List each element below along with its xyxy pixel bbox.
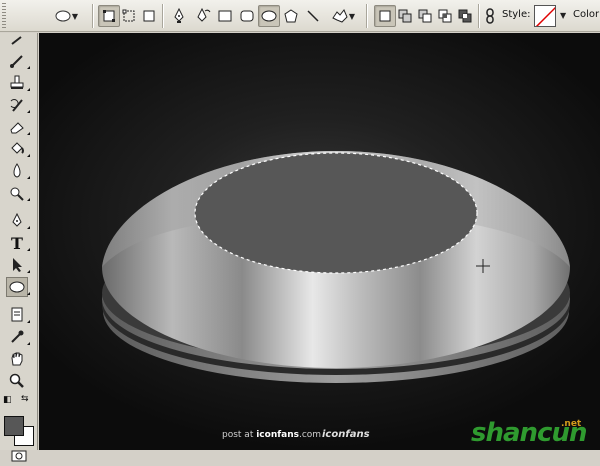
divider: [162, 4, 164, 28]
eyedropper-icon: [11, 330, 24, 343]
paths-button[interactable]: [118, 5, 140, 27]
options-bar: ▼ ▼ Style: ▼ Color: [0, 0, 600, 32]
clone-stamp-tool[interactable]: [6, 73, 30, 93]
divider: [366, 4, 368, 28]
path-selection-tool[interactable]: [6, 255, 30, 275]
pen-icon: [12, 213, 22, 227]
fill-pixels-button[interactable]: [138, 5, 160, 27]
eraser-tool[interactable]: [6, 117, 30, 137]
ellipse-tool[interactable]: [6, 277, 30, 297]
swap-colors-icon[interactable]: ⇆: [21, 394, 29, 404]
freeform-pen-icon: [197, 8, 211, 22]
pen-icon: [174, 8, 184, 23]
brush-tool[interactable]: [6, 51, 30, 71]
no-style-icon: [535, 6, 555, 26]
exclude-shape-icon: [458, 9, 472, 23]
eyedropper-tool-top[interactable]: [6, 31, 28, 51]
note-icon: [11, 307, 23, 322]
ellipse-icon: [261, 10, 277, 22]
exclude-shape-button[interactable]: [454, 5, 476, 27]
shape-layers-button[interactable]: [98, 5, 120, 27]
polygon-tool-button[interactable]: [280, 5, 302, 27]
notes-tool[interactable]: [6, 305, 30, 325]
ellipse-tool-button[interactable]: [258, 5, 280, 27]
ellipse-preset-icon: [55, 10, 71, 22]
rounded-rectangle-icon: [240, 10, 254, 22]
dodge-icon: [10, 187, 24, 201]
tools-panel: T ◧ ⇆: [0, 31, 38, 462]
foreground-color-swatch[interactable]: [4, 416, 24, 436]
selection-ellipse: [195, 153, 477, 273]
add-shape-icon: [398, 9, 412, 23]
freeform-pen-button[interactable]: [192, 5, 214, 27]
intersect-shape-button[interactable]: [434, 5, 456, 27]
watermark-logo: iconfans: [322, 429, 370, 440]
divider: [478, 4, 480, 28]
rounded-rectangle-button[interactable]: [236, 5, 258, 27]
line-icon: [307, 10, 319, 22]
new-shape-icon: [379, 10, 391, 22]
custom-shape-icon: [332, 9, 348, 23]
watermark-post-text: post at iconfans.com: [222, 430, 322, 440]
default-colors-icon[interactable]: ◧: [3, 395, 12, 405]
custom-shape-picker[interactable]: ▼: [326, 5, 360, 27]
pen-tool-button[interactable]: [168, 5, 190, 27]
magnifier-icon: [9, 373, 24, 388]
type-icon: T: [11, 235, 23, 251]
pen-tool[interactable]: [6, 211, 30, 231]
quick-mask-button[interactable]: [8, 446, 30, 466]
fill-pixels-icon: [143, 10, 155, 22]
blur-tool[interactable]: [6, 161, 30, 181]
rectangle-icon: [218, 10, 232, 22]
brush-icon: [10, 55, 23, 68]
hand-tool[interactable]: [6, 349, 28, 369]
chevron-down-icon: ▼: [348, 11, 356, 21]
add-to-shape-button[interactable]: [394, 5, 416, 27]
eyedropper-icon: [11, 36, 22, 45]
chevron-down-icon: ▼: [71, 11, 79, 21]
dish-artwork: [102, 151, 570, 383]
options-bar-grip[interactable]: [2, 3, 6, 29]
site-watermark-suffix: .net: [561, 419, 582, 429]
arrow-cursor-icon: [13, 258, 22, 272]
polygon-icon: [284, 9, 298, 23]
rectangle-tool-button[interactable]: [214, 5, 236, 27]
subtract-shape-button[interactable]: [414, 5, 436, 27]
tool-preset-picker[interactable]: ▼: [46, 5, 86, 27]
new-shape-layer-button[interactable]: [374, 5, 396, 27]
line-tool-button[interactable]: [302, 5, 324, 27]
eyedropper-tool[interactable]: [6, 327, 30, 347]
quick-mask-icon: [11, 450, 27, 462]
style-picker[interactable]: [534, 5, 556, 27]
document-canvas[interactable]: post at iconfans.com iconfans shancun .n…: [39, 33, 600, 450]
history-brush-tool[interactable]: [6, 95, 30, 115]
type-tool[interactable]: T: [6, 233, 30, 253]
zoom-tool[interactable]: [6, 371, 28, 391]
svg-text:T: T: [11, 235, 23, 251]
chain-link-icon: [486, 8, 494, 24]
dodge-tool[interactable]: [6, 183, 30, 203]
link-layer-style-button[interactable]: [482, 5, 498, 27]
intersect-shape-icon: [438, 9, 452, 23]
paths-icon: [122, 9, 135, 22]
chevron-down-icon[interactable]: ▼: [560, 11, 566, 20]
paint-bucket-tool[interactable]: [6, 139, 30, 159]
blur-icon: [13, 163, 21, 178]
color-label: Color: [573, 9, 600, 20]
hand-icon: [11, 352, 23, 366]
ellipse-icon: [9, 281, 25, 293]
history-brush-icon: [10, 99, 23, 112]
stamp-icon: [10, 75, 24, 89]
eraser-icon: [10, 122, 24, 134]
shape-layers-icon: [103, 10, 115, 22]
subtract-shape-icon: [418, 9, 432, 23]
divider: [92, 4, 94, 28]
paint-bucket-icon: [11, 142, 24, 154]
style-label: Style:: [502, 9, 531, 20]
